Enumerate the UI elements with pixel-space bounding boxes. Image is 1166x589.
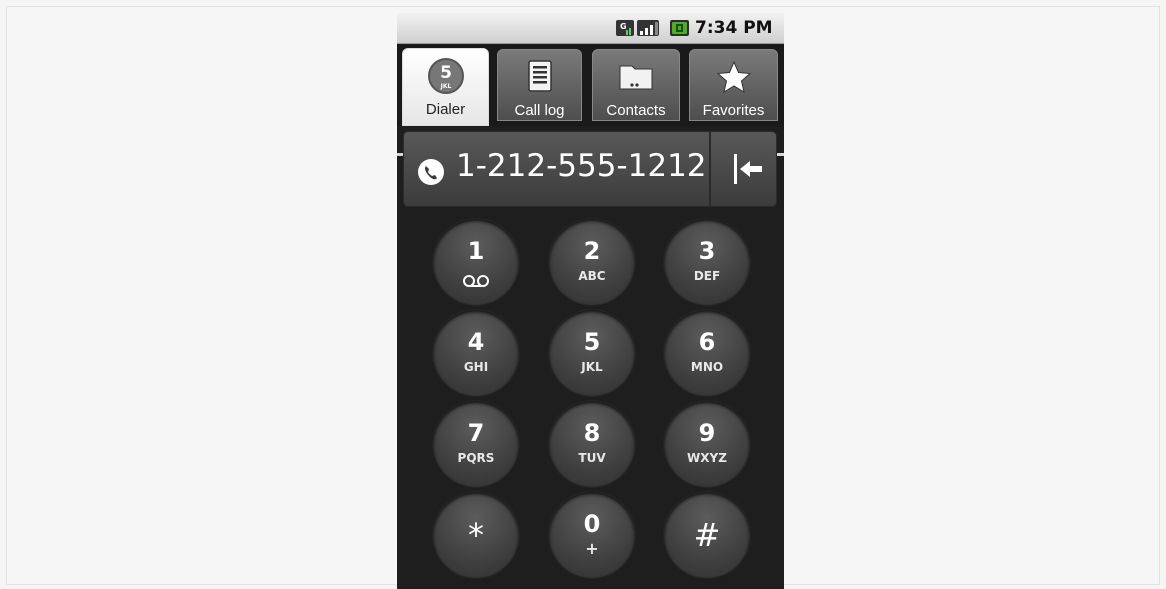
key-digit: 1 bbox=[467, 237, 485, 265]
battery-icon bbox=[670, 20, 689, 36]
key-digit: 7 bbox=[467, 419, 485, 447]
tab-label-dialer: Dialer bbox=[425, 101, 466, 118]
key-digit: 0 bbox=[583, 510, 601, 538]
key-letters: ABC bbox=[578, 269, 606, 283]
key-7[interactable]: 7 PQRS bbox=[433, 401, 519, 487]
call-log-icon bbox=[527, 60, 552, 92]
key-6[interactable]: 6 MNO bbox=[664, 310, 750, 396]
phone-screen: G 7:34 PM 5 JKL Dialer Call log Contacts… bbox=[397, 13, 784, 589]
status-time: 7:34 PM bbox=[695, 18, 773, 38]
key-9[interactable]: 9 WXYZ bbox=[664, 401, 750, 487]
key-4[interactable]: 4 GHI bbox=[433, 310, 519, 396]
data-network-icon: G bbox=[616, 20, 634, 36]
key-2[interactable]: 2 ABC bbox=[549, 219, 635, 305]
key-letters: JKL bbox=[581, 360, 603, 374]
tab-icon-digit: 5 bbox=[440, 63, 452, 83]
key-star[interactable]: * bbox=[433, 492, 519, 578]
voicemail-icon bbox=[463, 275, 489, 287]
key-3[interactable]: 3 DEF bbox=[664, 219, 750, 305]
key-digit: 3 bbox=[698, 237, 716, 265]
key-digit: 8 bbox=[583, 419, 601, 447]
tab-bar: 5 JKL Dialer Call log Contacts Favorites bbox=[397, 44, 784, 156]
key-pound[interactable]: # bbox=[664, 492, 750, 578]
backspace-arrow-icon bbox=[734, 154, 762, 184]
key-digit: 2 bbox=[583, 237, 601, 265]
backspace-button[interactable] bbox=[712, 132, 776, 206]
tab-icon-letters: JKL bbox=[439, 83, 451, 90]
key-letters: GHI bbox=[463, 360, 489, 374]
tab-label-favorites: Favorites bbox=[702, 102, 765, 119]
tab-call-log[interactable]: Call log bbox=[497, 49, 582, 121]
phone-handset-icon bbox=[418, 159, 444, 185]
key-letters: TUV bbox=[578, 451, 606, 465]
dialed-number-field[interactable]: 1-212-555-1212 bbox=[403, 131, 777, 207]
key-digit: 6 bbox=[698, 328, 716, 356]
key-letters: DEF bbox=[693, 269, 721, 283]
dialed-number: 1-212-555-1212 bbox=[456, 148, 707, 184]
contacts-folder-icon bbox=[619, 65, 653, 90]
tab-label-call-log: Call log bbox=[514, 102, 565, 119]
dialpad-5-icon: 5 JKL bbox=[427, 58, 464, 94]
signal-strength-icon bbox=[637, 20, 659, 36]
key-letters: + bbox=[585, 539, 599, 558]
key-letters: MNO bbox=[690, 360, 724, 374]
key-8[interactable]: 8 TUV bbox=[549, 401, 635, 487]
tab-contacts[interactable]: Contacts bbox=[592, 49, 680, 121]
key-letters: WXYZ bbox=[687, 451, 727, 465]
digits-divider bbox=[709, 132, 711, 206]
key-0[interactable]: 0 + bbox=[549, 492, 635, 578]
key-symbol: * bbox=[468, 516, 484, 554]
tab-label-contacts: Contacts bbox=[606, 102, 666, 119]
svg-text:G: G bbox=[620, 22, 627, 31]
key-digit: 4 bbox=[467, 328, 485, 356]
star-icon bbox=[716, 60, 751, 94]
tab-favorites[interactable]: Favorites bbox=[689, 49, 778, 121]
key-5[interactable]: 5 JKL bbox=[549, 310, 635, 396]
status-bar: G 7:34 PM bbox=[397, 13, 784, 44]
key-digit: 9 bbox=[698, 419, 716, 447]
key-symbol: # bbox=[693, 516, 721, 554]
tab-dialer[interactable]: 5 JKL Dialer bbox=[402, 48, 489, 126]
key-1[interactable]: 1 bbox=[433, 219, 519, 305]
key-letters: PQRS bbox=[457, 451, 495, 465]
key-digit: 5 bbox=[583, 328, 601, 356]
